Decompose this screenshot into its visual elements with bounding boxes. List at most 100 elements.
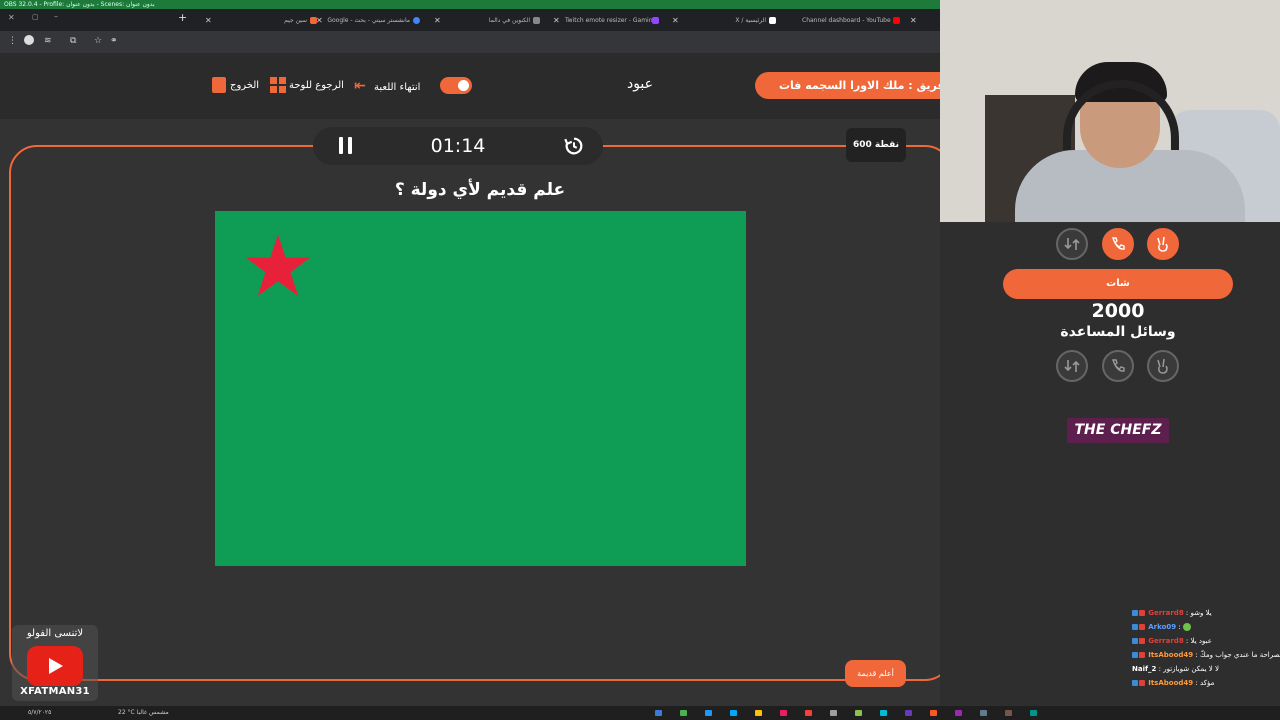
two-answers-aid-2[interactable] <box>1147 350 1179 382</box>
weather-widget: 22 °C مشمس غالبا <box>118 709 169 716</box>
new-tab-button[interactable]: + <box>178 11 187 24</box>
tab-close-icon[interactable]: ✕ <box>672 12 679 29</box>
chat-badge-icon <box>1139 680 1145 686</box>
exit-button[interactable]: الخروج <box>212 76 259 96</box>
tab-close-icon[interactable]: ✕ <box>434 12 441 29</box>
reset-timer-icon[interactable] <box>563 135 585 157</box>
chat-username: Naif_2 <box>1132 665 1157 673</box>
x-logo-icon <box>769 17 776 24</box>
aids-heading: وسائل المساعدة <box>1060 324 1176 340</box>
swap-question-aid-2[interactable] <box>1056 350 1088 382</box>
tab-label: الكنوين في دالما <box>488 17 530 24</box>
chat-badge-icon <box>1139 610 1145 616</box>
chat-message: Naif_2 : لا لا يمكن شويازتور <box>1132 665 1219 673</box>
taskbar-app-icon[interactable] <box>755 710 762 716</box>
youtube-play-icon <box>27 646 83 686</box>
end-game-toggle[interactable] <box>440 77 472 94</box>
call-friend-aid[interactable] <box>1102 228 1134 260</box>
taskbar-app-icon[interactable] <box>680 710 687 716</box>
end-game-label: انتهاء اللعبة <box>374 82 421 93</box>
extensions-icon[interactable]: ≋ <box>44 36 52 46</box>
red-star-icon <box>245 234 311 297</box>
tab-favicon-icon <box>413 17 420 24</box>
youtube-follow-overlay: لاتنسى الفولو XFATMAN31 <box>12 625 98 701</box>
dash-icon[interactable]: – <box>54 12 58 21</box>
chat-message: ItsAbood49 : مؤكد <box>1132 676 1280 690</box>
taskbar-app-icon[interactable] <box>880 710 887 716</box>
taskbar-app-icon[interactable] <box>1030 710 1037 716</box>
tab-close-icon[interactable]: ✕ <box>910 12 917 29</box>
taskbar-app-icon[interactable] <box>930 710 937 716</box>
chat-message: Arko09 : <box>1132 620 1280 634</box>
tab-label: Twitch emote resizer - Gaming <box>565 17 657 24</box>
tab-close-icon[interactable]: ✕ <box>205 12 212 29</box>
taskbar-app-icon[interactable] <box>705 710 712 716</box>
menu-dots-icon[interactable]: ⋮ <box>8 36 17 46</box>
chat-username: Gerrard8 <box>1148 637 1184 645</box>
taskbar-app-icon[interactable] <box>780 710 787 716</box>
end-game-button[interactable]: ⇤ انتهاء اللعبة <box>354 76 420 96</box>
profile-icon[interactable] <box>24 35 34 45</box>
points-badge: 600 نقطة <box>846 128 906 162</box>
browser-tab-strip: ✕ ▢ – + ✕ سين جيم ✕ Google - مانشستر سيت… <box>0 9 940 31</box>
taskbar-app-icon[interactable] <box>955 710 962 716</box>
tab-favicon-icon <box>652 17 659 24</box>
chat-badge-icon <box>1132 610 1138 616</box>
chat-text: عبود يلا <box>1190 637 1212 645</box>
timer-bar: 01:14 <box>313 127 603 165</box>
split-view-icon[interactable]: ⧉ <box>70 36 76 46</box>
taskbar-app-icon[interactable] <box>980 710 987 716</box>
chat-text: يلا وشو <box>1190 609 1212 617</box>
grid-icon <box>270 77 286 93</box>
team-name-pill: فريق : ملك الاورا السجمه فات <box>755 72 945 99</box>
chat-message: ItsAbood49 : مدري الصراحة ما عندي جواب و… <box>1132 648 1280 662</box>
webcam-feed <box>940 0 1280 222</box>
sponsor-logo: THE CHEFZ <box>1067 418 1169 443</box>
back-to-board-label: الرجوع للوحة <box>289 80 344 91</box>
chat-badge-icon <box>1139 638 1145 644</box>
tab-close-icon[interactable]: ✕ <box>553 12 560 29</box>
site-info-icon[interactable]: ⚭ <box>110 36 118 46</box>
flag-image <box>215 211 746 566</box>
chat-text: مدري الصراحة ما عندي جواب ومكّ <box>1199 651 1280 659</box>
tab-label: Channel dashboard - YouTube <box>802 17 891 24</box>
peace-hand-icon <box>1157 236 1168 252</box>
tab-label: سين جيم <box>284 17 307 24</box>
question-text: علم قديم لأي دولة ؟ <box>394 180 566 200</box>
taskbar-app-icon[interactable] <box>805 710 812 716</box>
stream-chat: Gerrard8 : يلا وشو Arko09 : Gerrard8 : ع… <box>1132 606 1280 712</box>
tab-close-icon[interactable]: ✕ <box>316 12 323 29</box>
player-name: عبود <box>626 76 654 92</box>
taskbar-app-icon[interactable] <box>905 710 912 716</box>
taskbar-app-icon[interactable] <box>1005 710 1012 716</box>
back-to-board-button[interactable]: الرجوع للوحة <box>270 76 344 96</box>
tab-3[interactable]: ✕ الكنوين في دالما <box>434 12 546 29</box>
taskbar-app-icon[interactable] <box>730 710 737 716</box>
tab-6[interactable]: Channel dashboard - YouTube ✕ <box>790 12 920 29</box>
tab-4[interactable]: ✕ Twitch emote resizer - Gaming <box>553 12 665 29</box>
minimize-icon[interactable]: ▢ <box>32 13 39 21</box>
bookmark-star-icon[interactable]: ☆ <box>94 36 102 46</box>
door-exit-icon <box>212 77 226 93</box>
chat-text: لا لا يمكن شويازتور <box>1163 665 1219 673</box>
old-flags-button[interactable]: أعلم قديمة <box>845 660 906 687</box>
obs-title-bar: OBS 32.0.4 - Profile: بدون عنوان - Scene… <box>0 0 940 9</box>
taskbar-app-icon[interactable] <box>830 710 837 716</box>
tab-5[interactable]: ✕ X / الرئيسية <box>672 12 782 29</box>
timer-value: 01:14 <box>430 135 486 157</box>
tab-1[interactable]: ✕ سين جيم <box>205 12 323 29</box>
taskbar-app-icon[interactable] <box>855 710 862 716</box>
chat-message: Gerrard8 : عبود يلا <box>1132 634 1280 648</box>
two-answers-aid[interactable] <box>1147 228 1179 260</box>
close-window-icon[interactable]: ✕ <box>8 13 15 22</box>
chat-button[interactable]: شات <box>1003 269 1233 299</box>
team-score: 2000 <box>1091 300 1145 322</box>
call-friend-aid-2[interactable] <box>1102 350 1134 382</box>
exit-label: الخروج <box>230 80 260 91</box>
toggle-knob <box>458 80 469 91</box>
tab-favicon-icon <box>533 17 540 24</box>
phone-icon <box>1112 359 1125 372</box>
taskbar-app-icon[interactable] <box>655 710 662 716</box>
swap-question-aid[interactable] <box>1056 228 1088 260</box>
tab-2[interactable]: ✕ Google - مانشستر سيتي - بحث <box>316 12 426 29</box>
